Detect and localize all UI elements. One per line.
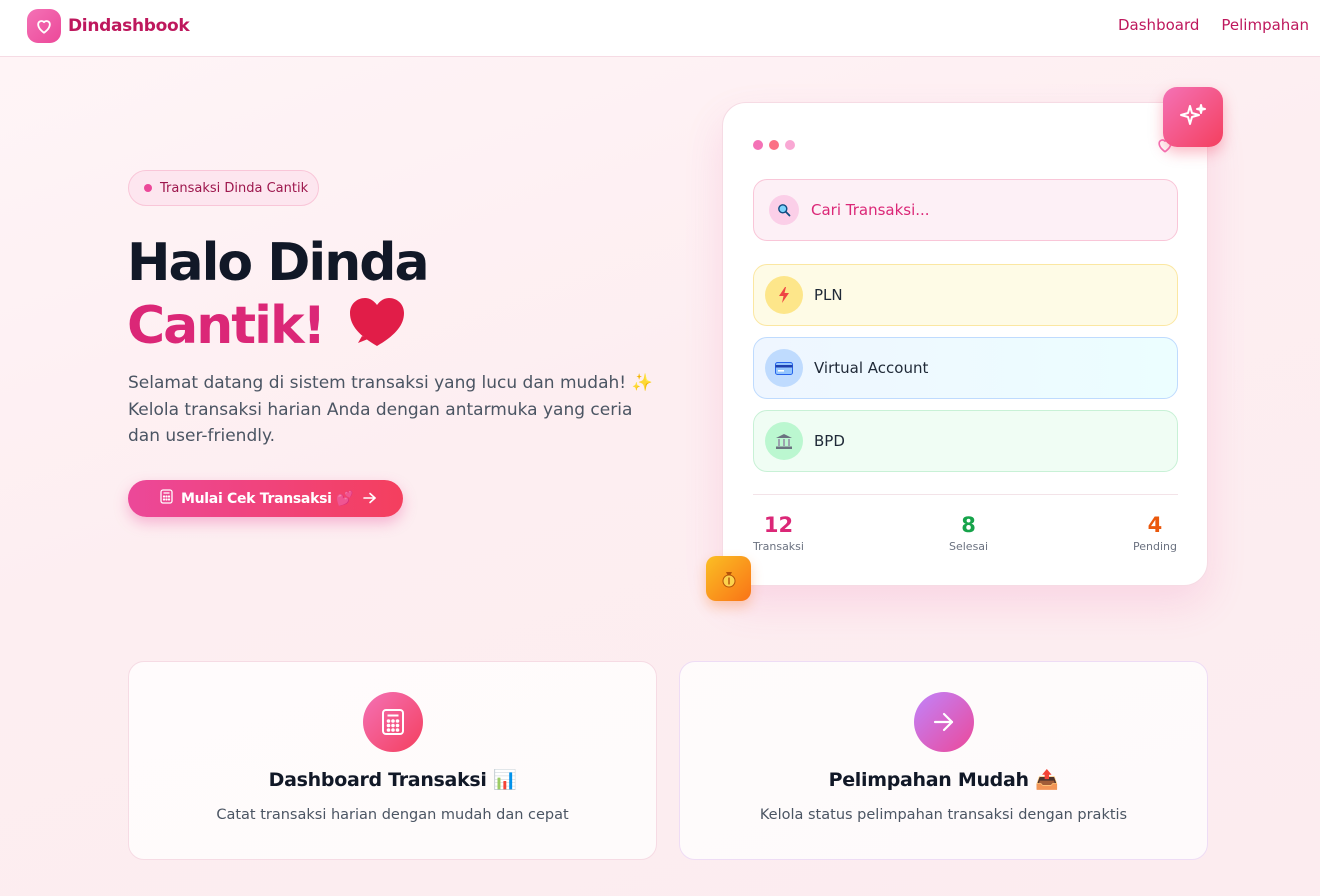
stat-selesai: 8 Selesai	[949, 511, 988, 555]
hero-title: Halo Dinda Cantik!	[127, 233, 430, 360]
stat-transaksi: 12 Transaksi	[753, 511, 804, 555]
calculator-icon	[160, 489, 173, 508]
stat-value: 8	[961, 513, 976, 537]
lightning-icon	[765, 276, 803, 314]
stat-value: 4	[1147, 513, 1163, 537]
stat-label: Selesai	[949, 540, 989, 553]
hero-badge-text: Transaksi Dinda Cantik	[160, 180, 309, 196]
preview-item-bpd[interactable]: BPD	[753, 410, 1178, 472]
feature-card-dashboard[interactable]: Dashboard Transaksi 📊 Catat transaksi ha…	[128, 661, 657, 860]
heart-icon	[27, 9, 61, 43]
stat-pending: 4 Pending	[1133, 511, 1177, 555]
feature-description: Kelola status pelimpahan transaksi denga…	[759, 807, 1128, 823]
hero-title-line2: Cantik!	[127, 296, 326, 356]
search-placeholder: Cari Transaksi...	[811, 201, 930, 219]
feature-description: Catat transaksi harian dengan mudah dan …	[216, 807, 569, 823]
window-dots	[753, 140, 801, 150]
stat-value: 12	[763, 513, 794, 537]
item-label: PLN	[814, 286, 843, 304]
money-bag-icon	[706, 556, 751, 601]
calculator-icon	[362, 692, 423, 752]
feature-card-pelimpahan[interactable]: Pelimpahan Mudah 📤 Kelola status pelimpa…	[679, 661, 1208, 860]
feature-title: Pelimpahan Mudah 📤	[828, 769, 1059, 791]
window-dot	[769, 140, 779, 150]
heart-icon	[348, 296, 406, 360]
window-dot	[753, 140, 763, 150]
badge-dot	[144, 184, 152, 192]
preview-item-pln[interactable]: PLN	[753, 264, 1178, 326]
transaction-preview-card: Cari Transaksi... PLN Virtual Account BP…	[722, 102, 1208, 586]
search-icon	[769, 195, 799, 225]
cta-label: Mulai Cek Transaksi 💕	[181, 490, 354, 507]
hero-description: Selamat datang di sistem transaksi yang …	[128, 373, 653, 446]
credit-card-icon	[765, 349, 803, 387]
sparkle-icon	[1163, 87, 1223, 147]
hero-badge: Transaksi Dinda Cantik	[128, 170, 319, 206]
brand[interactable]: Dindashbook	[27, 9, 190, 43]
arrow-right-icon	[913, 692, 974, 752]
nav-link-pelimpahan[interactable]: Pelimpahan	[1221, 16, 1309, 34]
preview-item-virtual-account[interactable]: Virtual Account	[753, 337, 1178, 399]
stats-divider	[753, 494, 1178, 495]
start-check-transaction-button[interactable]: Mulai Cek Transaksi 💕	[128, 480, 403, 517]
hero-title-line1: Halo Dinda	[127, 233, 430, 293]
window-dot	[785, 140, 795, 150]
nav-links: Dashboard Pelimpahan	[1096, 16, 1309, 34]
item-label: BPD	[814, 432, 845, 450]
item-label: Virtual Account	[814, 359, 929, 377]
search-transaction-input[interactable]: Cari Transaksi...	[753, 179, 1178, 241]
stat-label: Transaksi	[753, 540, 804, 553]
bank-icon	[765, 422, 803, 460]
feature-title: Dashboard Transaksi 📊	[268, 769, 517, 791]
navbar: Dindashbook Dashboard Pelimpahan	[0, 0, 1320, 57]
hero-title-line2-wrap: Cantik!	[127, 292, 428, 360]
stat-label: Pending	[1133, 540, 1177, 553]
arrow-right-icon	[363, 489, 377, 508]
nav-link-dashboard[interactable]: Dashboard	[1118, 16, 1199, 34]
brand-name: Dindashbook	[68, 16, 190, 36]
